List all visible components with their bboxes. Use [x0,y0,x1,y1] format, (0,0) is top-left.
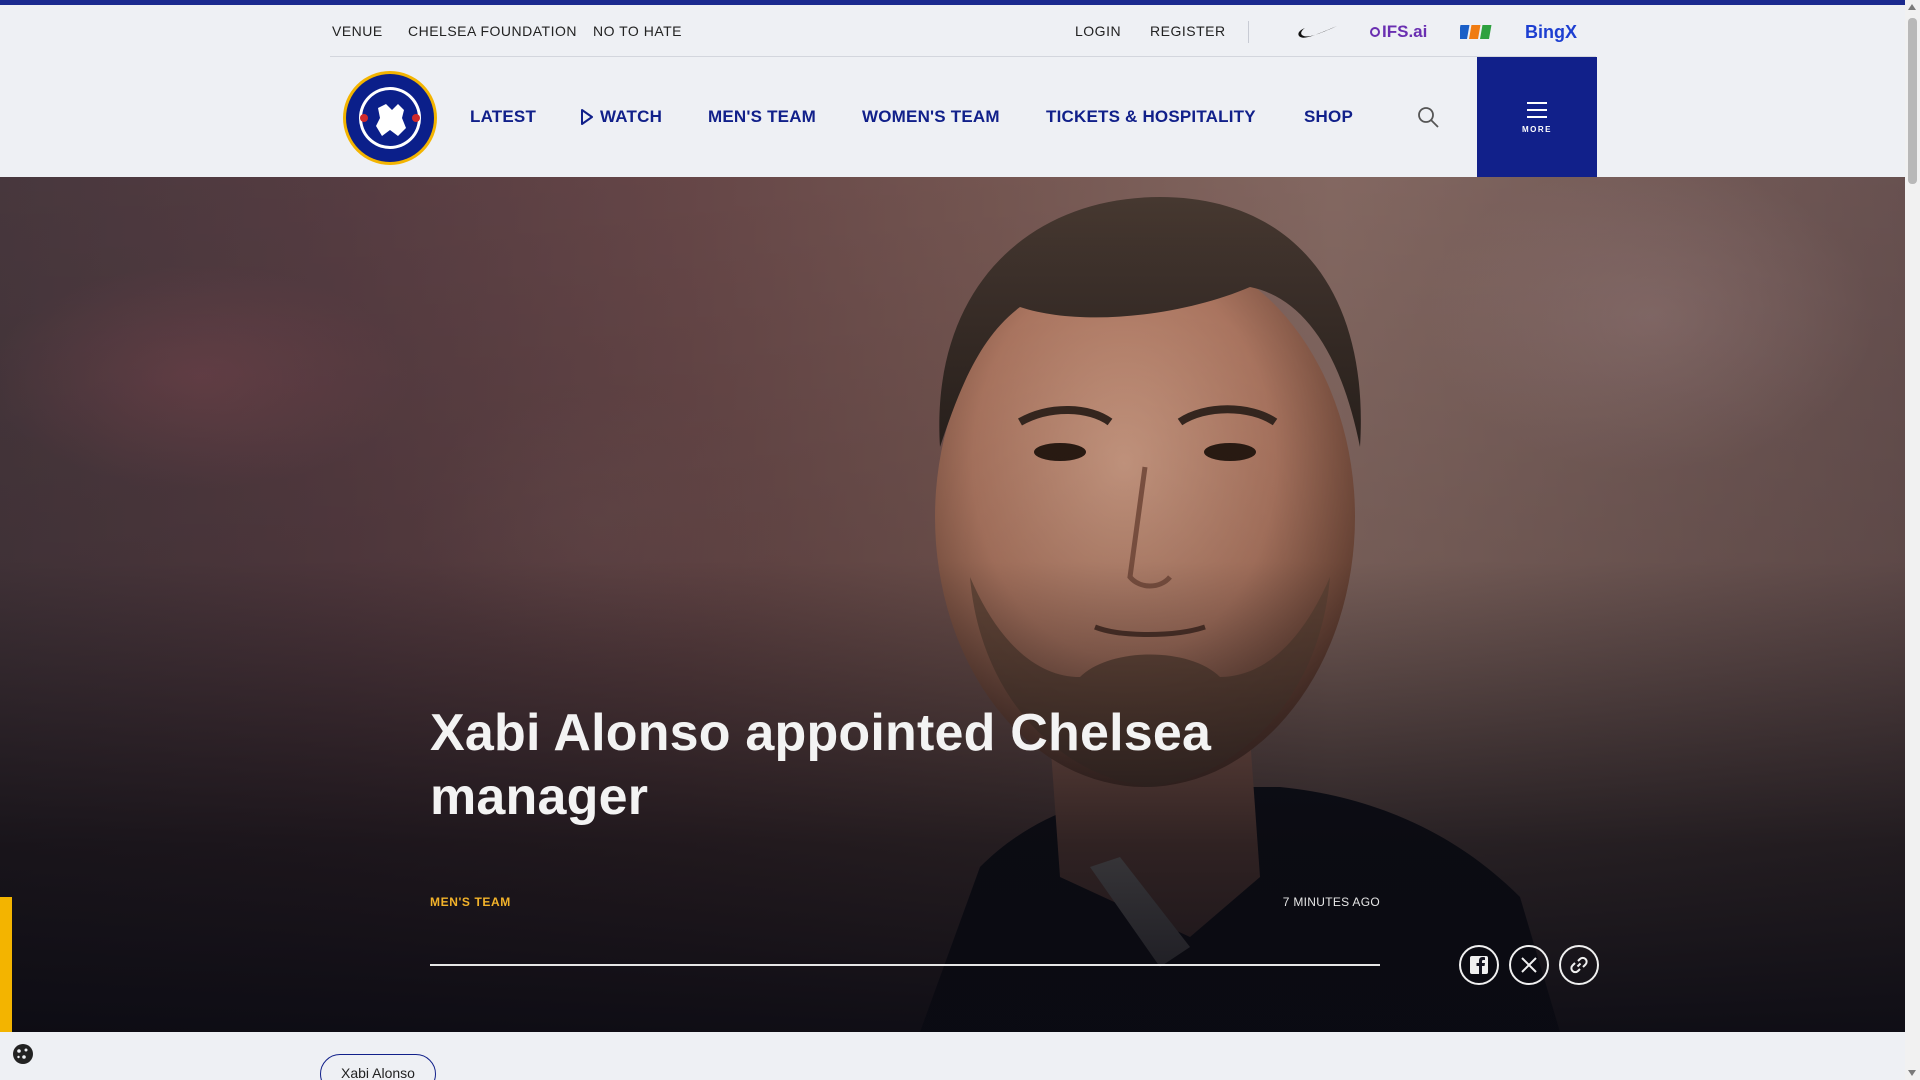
article-timestamp: 7 MINUTES AGO [1282,895,1380,909]
tag-chip[interactable]: Xabi Alonso [320,1054,436,1080]
hero-article[interactable]: Xabi Alonso appointed Chelsea manager ME… [0,177,1905,1032]
more-label: MORE [1522,124,1552,134]
article-body-area: Xabi Alonso [0,1032,1905,1080]
article-category[interactable]: MEN'S TEAM [430,895,511,909]
hero-gradient-overlay [0,177,1905,1032]
more-menu-button[interactable]: MORE [1477,57,1597,177]
nav-womens-team[interactable]: WOMEN'S TEAM [862,107,1000,127]
play-icon [581,109,593,125]
facebook-icon [1470,956,1488,974]
nike-swoosh-icon [1298,26,1337,38]
ifs-logo[interactable]: IFS.ai [1370,20,1427,44]
fpt-logo[interactable] [1460,20,1492,44]
chelsea-crest-logo[interactable] [342,70,438,166]
page: VENUE CHELSEA FOUNDATION NO TO HATE LOGI… [0,0,1920,1080]
article-headline[interactable]: Xabi Alonso appointed Chelsea manager [430,701,1330,829]
link-icon [1570,956,1588,974]
copy-link-button[interactable] [1559,945,1599,985]
nav-watch-label: WATCH [600,107,663,126]
nav-tickets-hospitality[interactable]: TICKETS & HOSPITALITY [1046,107,1256,127]
hamburger-icon [1527,101,1547,118]
main-navigation: LATEST WATCH MEN'S TEAM WOMEN'S TEAM TIC… [0,57,1905,177]
share-facebook-button[interactable] [1459,945,1499,985]
article-divider [430,964,1380,966]
ifs-logo-text: IFS.ai [1382,22,1428,41]
register-link[interactable]: REGISTER [1150,23,1226,39]
bingx-logo-text: BingX [1525,21,1577,42]
scroll-down-arrow-icon[interactable] [1908,1070,1916,1076]
scroll-up-arrow-icon[interactable] [1908,4,1916,10]
nav-watch[interactable]: WATCH [580,107,662,127]
bingx-logo[interactable]: BingX [1525,20,1577,44]
fpt-logo-icon [1460,25,1492,39]
nav-shop[interactable]: SHOP [1304,107,1353,127]
utility-link-venue[interactable]: VENUE [332,23,383,39]
nike-logo[interactable] [1297,20,1339,44]
nav-mens-team[interactable]: MEN'S TEAM [708,107,816,127]
utility-bar: VENUE CHELSEA FOUNDATION NO TO HATE LOGI… [0,5,1905,57]
x-twitter-icon [1521,957,1537,973]
share-x-button[interactable] [1509,945,1549,985]
cookie-settings-icon[interactable] [12,1043,34,1065]
login-link[interactable]: LOGIN [1075,23,1121,39]
feedback-tab[interactable] [0,897,12,1032]
utility-divider [1248,21,1249,43]
ifs-mark-icon [1370,27,1380,37]
vertical-scrollbar[interactable] [1905,0,1920,1080]
nav-latest[interactable]: LATEST [470,107,536,127]
scroll-thumb[interactable] [1908,18,1917,184]
utility-link-no-to-hate[interactable]: NO TO HATE [593,23,682,39]
search-icon[interactable] [1416,105,1440,129]
utility-link-chelsea-foundation[interactable]: CHELSEA FOUNDATION [408,23,577,39]
